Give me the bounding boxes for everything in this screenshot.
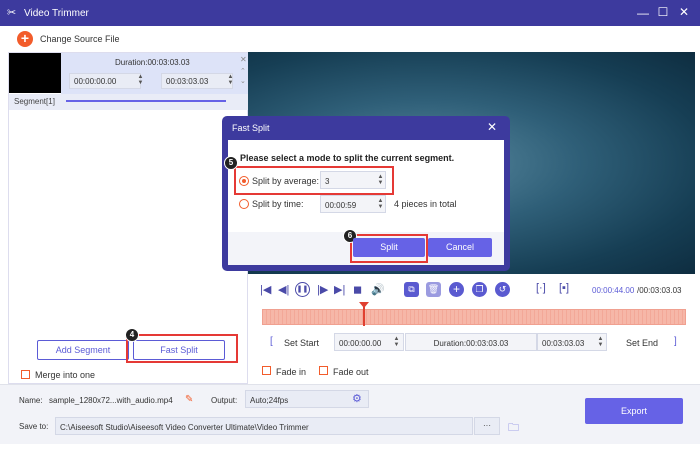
step-forward-icon[interactable]: |▶	[317, 283, 328, 296]
segment-start-field[interactable]: 00:00:00.00	[69, 73, 141, 89]
split-time-radio[interactable]	[239, 199, 249, 209]
add-icon[interactable]: +	[17, 31, 33, 47]
window-title: Video Trimmer	[24, 8, 89, 19]
maximize-icon[interactable]: ☐	[656, 5, 670, 19]
playhead-marker-icon[interactable]	[359, 302, 369, 308]
step-badge-4: 4	[125, 328, 139, 342]
segment-close-icon[interactable]: ✕	[240, 55, 247, 64]
browse-button[interactable]: ···	[474, 417, 500, 435]
dialog-close-icon[interactable]: ✕	[487, 120, 497, 134]
edit-icon[interactable]: ✎	[185, 394, 193, 405]
split-average-radio[interactable]	[239, 176, 249, 186]
segment-label: Segment[1]	[14, 97, 55, 106]
segment-end-stepper[interactable]: ▲ ▼	[227, 74, 234, 86]
mark-end-icon[interactable]: [▪]	[559, 282, 569, 294]
dialog-title: Fast Split	[232, 123, 270, 133]
player-controls: |◀ ◀| ❚❚ |▶ ▶| ◼ 🔊 ⧉ 🗑 + ❐ ↺ [·] [▪] 00:…	[248, 274, 695, 384]
segment-start-stepper[interactable]: ▲ ▼	[137, 74, 144, 86]
current-time: 00:00:44.00	[592, 286, 635, 295]
segment-label-row: Segment[1]	[9, 94, 248, 110]
settings-gear-icon[interactable]: ⚙	[352, 392, 362, 405]
save-path-field[interactable]: C:\Aiseesoft Studio\Aiseesoft Video Conv…	[55, 417, 473, 435]
step-badge-5: 5	[224, 156, 238, 170]
minimize-icon[interactable]: —	[636, 6, 650, 20]
segment-card[interactable]: Duration:00:03:03.03 00:00:00.00 ▲ ▼ 00:0…	[61, 53, 248, 94]
timeline-track[interactable]	[262, 309, 686, 325]
split-time-stepper[interactable]: ▲ ▼	[377, 198, 384, 210]
add-segment-icon[interactable]: +	[449, 282, 464, 297]
set-end-bracket-icon: ]	[674, 336, 677, 347]
fade-out-checkbox[interactable]	[319, 366, 328, 375]
trim-start-stepper[interactable]: ▲ ▼	[393, 336, 400, 348]
split-average-label: Split by average:	[252, 176, 320, 186]
merge-checkbox[interactable]	[21, 370, 30, 379]
total-time: /00:03:03.03	[637, 286, 682, 295]
output-format-field[interactable]: Auto;24fps	[245, 390, 369, 408]
trim-duration: Duration:00:03:03.03	[405, 333, 537, 351]
file-name: sample_1280x72...with_audio.mp4	[49, 396, 173, 405]
set-end-button[interactable]: Set End	[626, 338, 658, 348]
fade-in-checkbox[interactable]	[262, 366, 271, 375]
segment-end-field[interactable]: 00:03:03.03	[161, 73, 233, 89]
segment-duration: Duration:00:03:03.03	[115, 58, 190, 67]
set-start-bracket-icon: [	[270, 336, 273, 347]
fast-split-button[interactable]: Fast Split	[133, 340, 225, 360]
segment-thumbnail	[9, 53, 61, 93]
set-start-button[interactable]: Set Start	[284, 338, 319, 348]
mark-start-icon[interactable]: [·]	[536, 282, 546, 294]
skip-end-icon[interactable]: ▶|	[334, 283, 345, 296]
split-average-stepper[interactable]: ▲ ▼	[377, 174, 384, 186]
output-label: Output:	[211, 396, 238, 405]
close-icon[interactable]: ✕	[677, 5, 691, 19]
fade-out-label: Fade out	[333, 367, 369, 377]
segment-progress-line	[66, 100, 226, 102]
split-time-label: Split by time:	[252, 199, 304, 209]
step-back-icon[interactable]: ◀|	[278, 283, 289, 296]
stop-icon[interactable]: ◼	[353, 283, 362, 296]
cancel-button[interactable]: Cancel	[428, 238, 492, 257]
add-segment-button[interactable]: Add Segment	[37, 340, 129, 360]
split-button[interactable]: Split	[353, 238, 425, 257]
title-bar: ✂ Video Trimmer — ☐ ✕	[0, 0, 700, 26]
segment-up-icon[interactable]: ⌃	[240, 67, 246, 75]
pause-icon[interactable]: ❚❚	[295, 282, 310, 297]
toolbar: + Change Source File	[0, 26, 700, 52]
trim-end-stepper[interactable]: ▲ ▼	[597, 336, 604, 348]
app-logo-icon: ✂	[7, 7, 17, 19]
volume-icon[interactable]: 🔊	[371, 283, 385, 296]
save-label: Save to:	[19, 422, 49, 431]
export-button[interactable]: Export	[585, 398, 683, 424]
change-source-button[interactable]: Change Source File	[40, 34, 120, 44]
skip-start-icon[interactable]: |◀	[260, 283, 271, 296]
segment-down-icon[interactable]: ⌄	[240, 77, 246, 85]
open-folder-icon[interactable]: 🗀	[508, 419, 519, 438]
fade-in-label: Fade in	[276, 367, 307, 377]
copy-icon[interactable]: ❐	[472, 282, 487, 297]
dialog-prompt: Please select a mode to split the curren…	[240, 153, 455, 163]
pieces-count: 4 pieces in total	[394, 199, 457, 209]
output-bar: Name: sample_1280x72...with_audio.mp4 ✎ …	[0, 384, 700, 444]
reset-icon[interactable]: ↺	[495, 282, 510, 297]
delete-icon[interactable]: 🗑	[426, 282, 441, 297]
merge-label: Merge into one	[35, 370, 96, 380]
name-label: Name:	[19, 396, 43, 405]
split-icon[interactable]: ⧉	[404, 282, 419, 297]
